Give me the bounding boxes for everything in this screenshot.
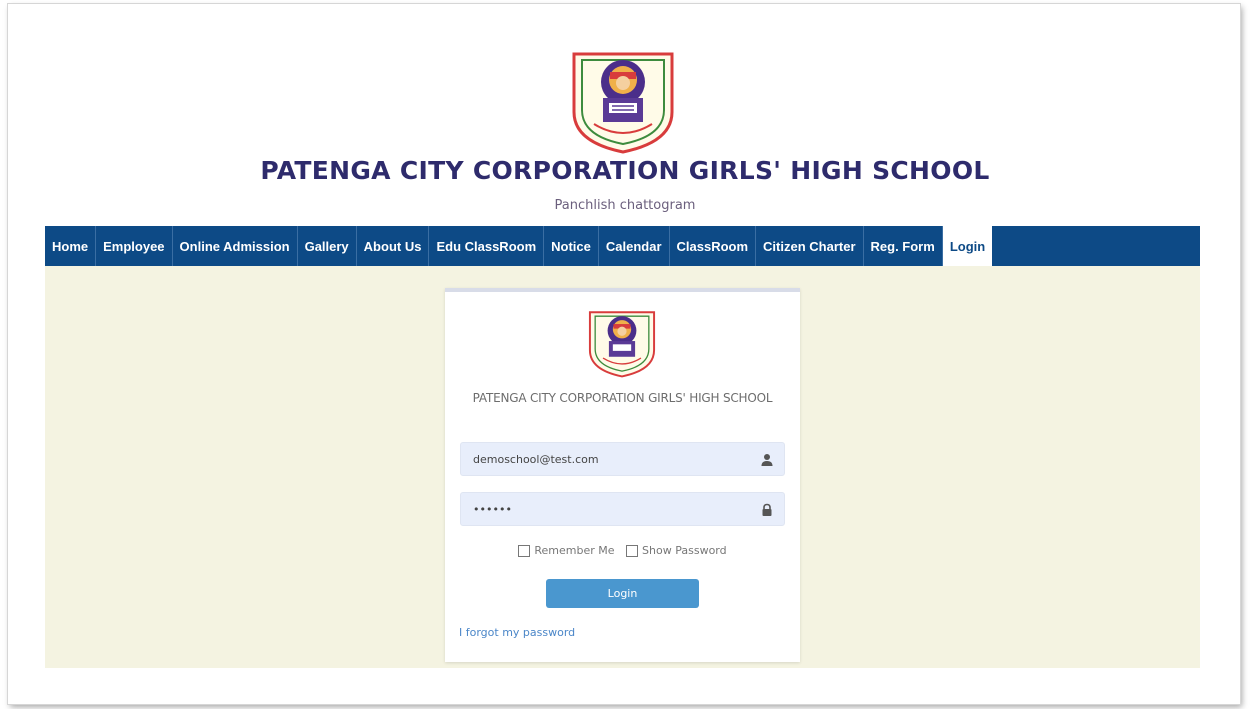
nav-item-notice[interactable]: Notice (544, 226, 599, 266)
password-field-wrapper (460, 492, 785, 526)
nav-item-employee[interactable]: Employee (96, 226, 173, 266)
forgot-password-link[interactable]: I forgot my password (459, 626, 575, 639)
nav-item-gallery[interactable]: Gallery (298, 226, 357, 266)
nav-item-about-us[interactable]: About Us (357, 226, 430, 266)
nav-item-online-admission[interactable]: Online Admission (173, 226, 298, 266)
login-card: PATENGA CITY CORPORATION GIRLS' HIGH SCH… (445, 288, 800, 662)
remember-me-checkbox[interactable] (518, 544, 531, 557)
user-icon (760, 452, 774, 466)
show-password-label: Show Password (642, 544, 727, 557)
nav-item-edu-classroom[interactable]: Edu ClassRoom (429, 226, 545, 266)
card-school-logo (586, 308, 658, 380)
nav-item-home[interactable]: Home (45, 226, 97, 266)
nav-item-login[interactable]: Login (942, 226, 993, 266)
card-title: PATENGA CITY CORPORATION GIRLS' HIGH SCH… (472, 391, 773, 405)
school-subtitle: Panchlish chattogram (554, 198, 696, 213)
nav-item-citizen-charter[interactable]: Citizen Charter (756, 226, 864, 266)
password-field[interactable] (461, 493, 775, 525)
login-button[interactable]: Login (546, 579, 699, 608)
show-password-checkbox[interactable] (626, 544, 639, 557)
show-password-option[interactable]: Show Password (626, 544, 727, 557)
lock-icon (760, 502, 774, 516)
email-field[interactable] (461, 443, 775, 475)
main-nav: Home Employee Online Admission Gallery A… (45, 226, 1200, 267)
email-field-wrapper (460, 442, 785, 476)
remember-me-label: Remember Me (534, 544, 615, 557)
school-logo (568, 50, 678, 155)
nav-item-classroom[interactable]: ClassRoom (670, 226, 757, 266)
nav-item-calendar[interactable]: Calendar (599, 226, 670, 266)
remember-me-option[interactable]: Remember Me (518, 544, 615, 557)
nav-item-reg-form[interactable]: Reg. Form (864, 226, 943, 266)
options-row: Remember Me Show Password (445, 544, 800, 560)
school-name: PATENGA CITY CORPORATION GIRLS' HIGH SCH… (260, 156, 990, 185)
